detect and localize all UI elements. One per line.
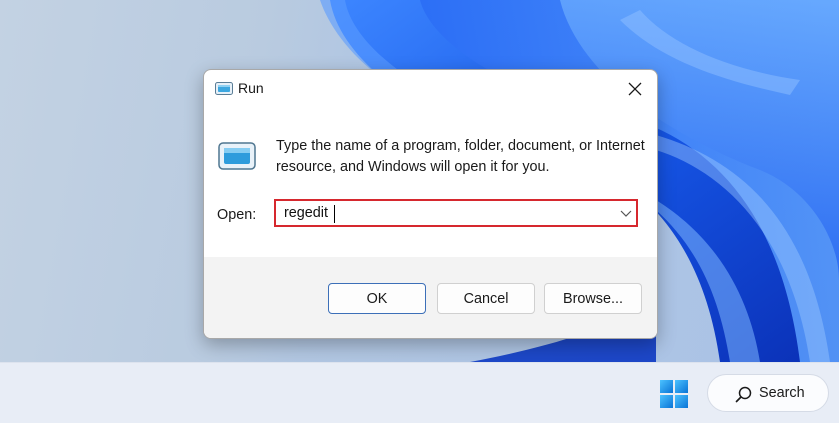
browse-button[interactable]: Browse... [544, 283, 642, 314]
text-caret [334, 205, 335, 223]
chevron-down-icon[interactable] [620, 208, 632, 218]
windows-start-icon[interactable] [659, 379, 689, 409]
run-program-icon [218, 142, 256, 170]
open-combobox[interactable]: regedit [274, 199, 638, 227]
open-input[interactable]: regedit [284, 205, 328, 221]
taskbar: Search [0, 362, 839, 423]
close-button[interactable] [621, 75, 649, 103]
open-label: Open: [217, 207, 257, 223]
search-label: Search [759, 385, 805, 401]
search-icon [735, 386, 752, 403]
dialog-title: Run [238, 80, 264, 96]
dialog-description: Type the name of a program, folder, docu… [276, 138, 645, 175]
ok-button[interactable]: OK [328, 283, 426, 314]
cancel-button[interactable]: Cancel [437, 283, 535, 314]
close-icon [628, 82, 642, 96]
run-icon [215, 82, 233, 95]
button-bar: OK Cancel Browse... [204, 257, 657, 338]
taskbar-search-button[interactable]: Search [707, 374, 829, 412]
title-bar[interactable]: Run [204, 70, 657, 107]
run-dialog: Run Type the name of a program, folder, … [203, 69, 658, 339]
